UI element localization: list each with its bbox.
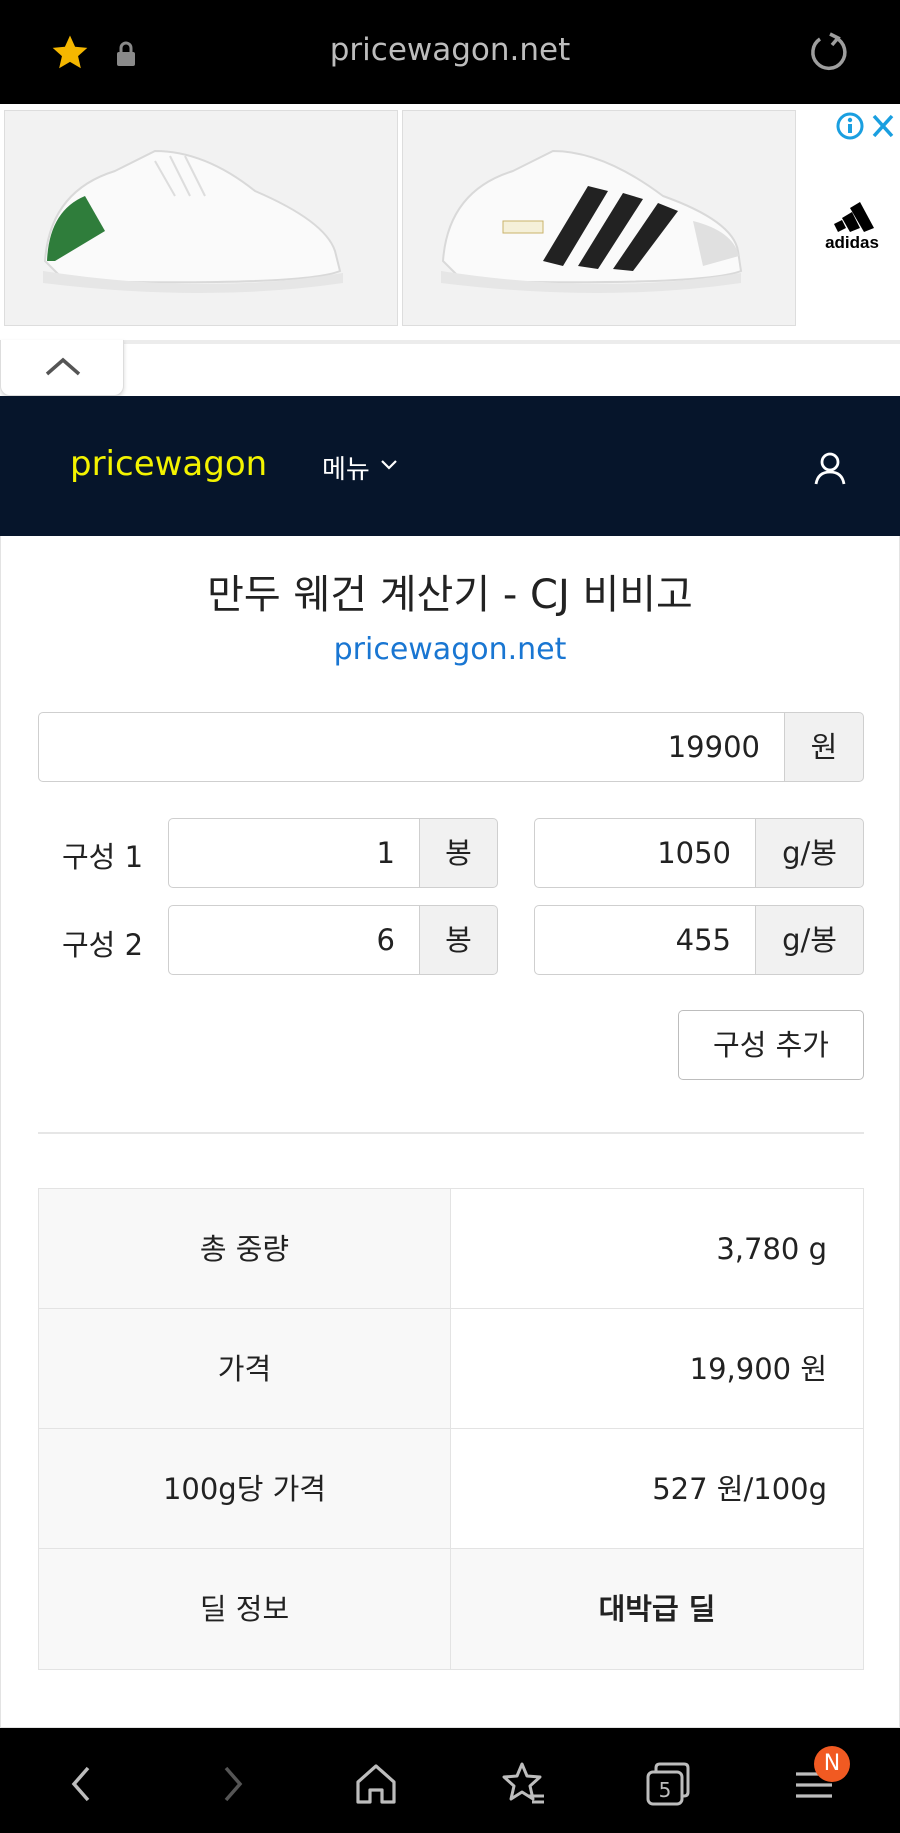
price-input[interactable]: 19900: [38, 712, 785, 782]
result-key: 총 중량: [39, 1189, 451, 1308]
collapse-ad-button[interactable]: [0, 340, 124, 396]
result-value: 대박급 딜: [451, 1549, 863, 1669]
browser-bottom-nav: 5 N: [0, 1728, 900, 1833]
browser-top-bar: pricewagon.net: [0, 0, 900, 104]
result-key: 100g당 가격: [39, 1429, 451, 1548]
config-row-2-weight-unit: g/봉: [756, 905, 864, 975]
user-account-icon[interactable]: [812, 450, 848, 486]
tab-count: 5: [658, 1778, 672, 1802]
config-row-1-label: 구성 1: [62, 840, 144, 874]
result-row-price: 가격 19,900 원: [39, 1309, 863, 1429]
site-logo[interactable]: pricewagon: [70, 444, 267, 484]
ad-shoe-image-1[interactable]: [4, 110, 398, 326]
adidas-brand-text: adidas: [825, 233, 879, 252]
advertisement-banner[interactable]: adidas: [0, 104, 900, 330]
result-key: 딜 정보: [39, 1549, 451, 1669]
config-row-1-count-input[interactable]: 1: [168, 818, 420, 888]
config-row-1-count-unit: 봉: [420, 818, 498, 888]
reload-icon[interactable]: [806, 30, 850, 74]
address-bar-url[interactable]: pricewagon.net: [0, 32, 900, 68]
site-link[interactable]: pricewagon.net: [0, 632, 900, 667]
config-row-2-count-input[interactable]: 6: [168, 905, 420, 975]
notification-badge: N: [814, 1746, 850, 1782]
config-row-2-weight-input[interactable]: 455: [534, 905, 756, 975]
adidas-logo: adidas: [825, 202, 879, 252]
ad-bottom-divider: [124, 340, 900, 344]
forward-icon[interactable]: [204, 1756, 260, 1812]
result-row-deal-info: 딜 정보 대박급 딜: [39, 1549, 863, 1669]
config-row-2-count-unit: 봉: [420, 905, 498, 975]
price-unit-label: 원: [785, 712, 864, 782]
section-divider: [38, 1132, 864, 1134]
result-row-total-weight: 총 중량 3,780 g: [39, 1189, 863, 1309]
result-row-price-per-100g: 100g당 가격 527 원/100g: [39, 1429, 863, 1549]
add-config-button[interactable]: 구성 추가: [678, 1010, 864, 1080]
result-table: 총 중량 3,780 g 가격 19,900 원 100g당 가격 527 원/…: [38, 1188, 864, 1670]
chevron-down-icon[interactable]: [380, 458, 398, 472]
page-title: 만두 웨건 계산기 - CJ 비비고: [207, 572, 693, 618]
config-row-1-weight-input[interactable]: 1050: [534, 818, 756, 888]
config-row-2-label: 구성 2: [62, 928, 144, 962]
chevron-up-icon: [45, 357, 81, 376]
result-key: 가격: [39, 1309, 451, 1428]
site-header: pricewagon 메뉴: [0, 396, 900, 536]
home-icon[interactable]: [348, 1756, 404, 1812]
result-value: 527 원/100g: [652, 1472, 827, 1506]
bookmarks-icon[interactable]: [494, 1756, 550, 1812]
result-value: 3,780 g: [716, 1232, 827, 1266]
ad-shoe-image-2[interactable]: [402, 110, 796, 326]
result-value: 19,900 원: [689, 1352, 827, 1386]
menu-button[interactable]: 메뉴: [322, 449, 370, 486]
config-row-1-weight-unit: g/봉: [756, 818, 864, 888]
back-icon[interactable]: [54, 1756, 110, 1812]
ad-info-close-icon[interactable]: [834, 110, 896, 142]
